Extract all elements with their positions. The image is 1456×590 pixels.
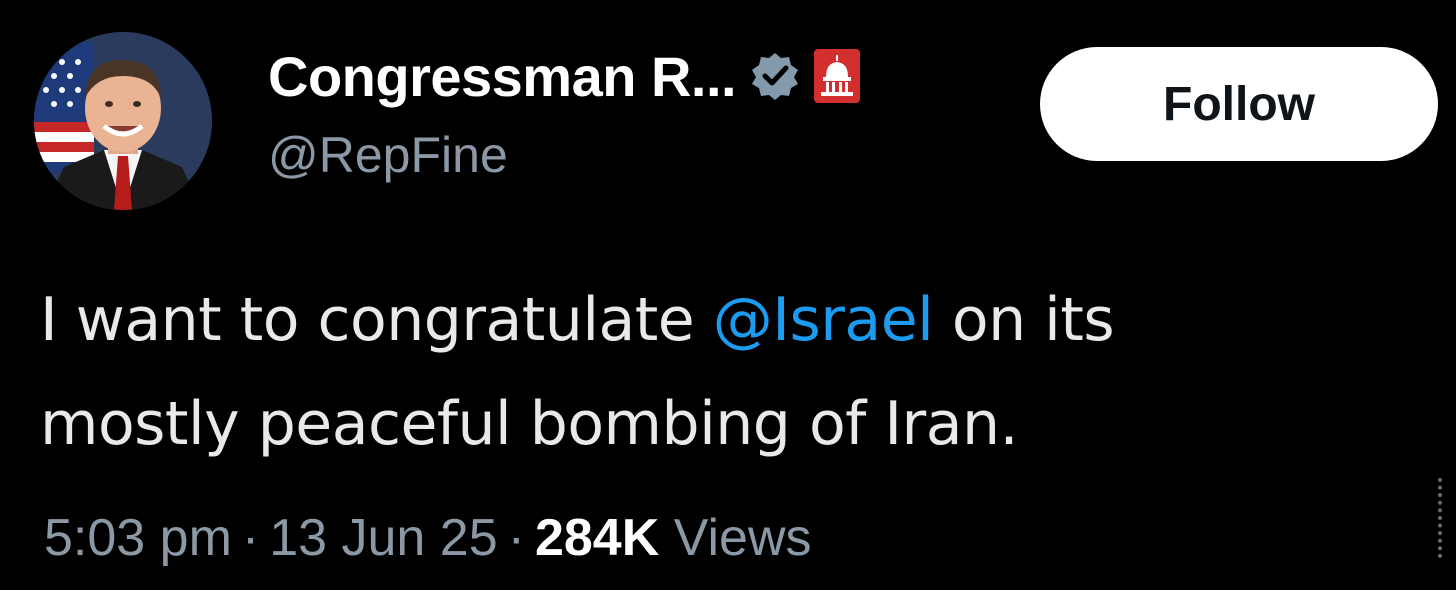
- avatar-photo: [34, 32, 212, 210]
- tweet-meta: 5:03 pm · 13 Jun 25 · 284K Views: [44, 508, 812, 568]
- mention-link[interactable]: @Israel: [713, 285, 934, 355]
- tweet-text-line-1: I want to congratulate @Israel on its: [40, 268, 1420, 372]
- views-count: 284K: [534, 509, 660, 567]
- tweet-text-before-mention: I want to congratulate: [40, 285, 713, 355]
- author-display-name[interactable]: Congressman R...: [268, 44, 737, 109]
- capitol-dome-icon[interactable]: [814, 49, 861, 103]
- tweet-time[interactable]: 5:03 pm: [44, 509, 232, 567]
- meta-separator: ·: [241, 509, 260, 567]
- tweet-text-line-2: mostly peaceful bombing of Iran.: [40, 389, 1019, 459]
- scroll-indicator[interactable]: [1438, 478, 1452, 558]
- verified-badge-icon[interactable]: [750, 51, 800, 101]
- meta-separator: ·: [507, 509, 525, 567]
- author-handle[interactable]: @RepFine: [268, 126, 508, 184]
- avatar[interactable]: [34, 32, 212, 210]
- views-label: Views: [673, 509, 812, 567]
- follow-button[interactable]: Follow: [1040, 47, 1438, 161]
- tweet-card: Congressman R... @RepFine Follow I want …: [0, 0, 1456, 590]
- tweet-text-after-mention: on its: [933, 285, 1115, 355]
- tweet-date[interactable]: 13 Jun 25: [269, 509, 497, 567]
- author-name-row: Congressman R...: [268, 40, 861, 112]
- tweet-text: I want to congratulate @Israel on its mo…: [40, 268, 1420, 476]
